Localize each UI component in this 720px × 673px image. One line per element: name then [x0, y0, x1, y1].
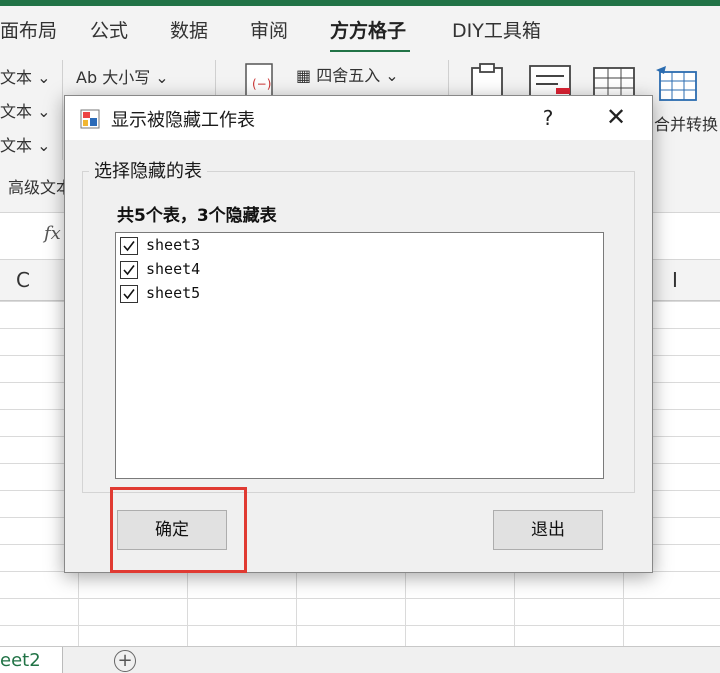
merge-convert-button[interactable]: 合并转换 — [652, 114, 720, 136]
tab-data[interactable]: 数据 — [170, 16, 208, 43]
checkbox-checked-icon[interactable] — [120, 261, 138, 279]
ribbon-separator — [62, 60, 63, 160]
sheet-tab-bar: eet2 + — [0, 646, 720, 673]
sheet-tab[interactable]: eet2 — [0, 647, 63, 673]
tab-formulas[interactable]: 公式 — [90, 16, 128, 43]
tab-page-layout[interactable]: 面布局 — [0, 16, 57, 43]
exit-button[interactable]: 退出 — [493, 510, 603, 550]
dialog-app-icon — [80, 109, 100, 129]
highlight-box — [110, 487, 247, 573]
ribbon-text-item-1[interactable]: 文本 ⌄ — [0, 64, 51, 88]
sheet-name: sheet4 — [146, 260, 201, 278]
round-button[interactable]: ▦ 四舍五入 ⌄ — [296, 62, 399, 86]
add-sheet-button[interactable]: + — [114, 650, 136, 672]
dialog-title: 显示被隐藏工作表 — [111, 110, 255, 131]
tab-fangfanggezi[interactable]: 方方格子 — [330, 16, 406, 43]
column-header-c[interactable]: C — [16, 268, 30, 292]
help-button[interactable]: ? — [531, 102, 565, 134]
case-button[interactable]: Ab 大小写 ⌄ — [76, 64, 169, 88]
svg-text:(−): (−) — [252, 77, 271, 91]
groupbox-label: 选择隐藏的表 — [89, 157, 207, 183]
tab-review[interactable]: 审阅 — [250, 16, 288, 43]
column-header-i[interactable]: I — [672, 268, 678, 292]
sheet-summary: 共5个表，3个隐藏表 — [117, 206, 277, 226]
close-button[interactable]: ✕ — [599, 102, 633, 134]
ribbon-tab-row: 面布局 公式 数据 审阅 方方格子 DIY工具箱 — [0, 6, 720, 53]
checkbox-checked-icon[interactable] — [120, 237, 138, 255]
checkbox-checked-icon[interactable] — [120, 285, 138, 303]
merge-table-icon[interactable] — [654, 64, 700, 108]
sheet-name: sheet5 — [146, 284, 201, 302]
ribbon-group-label: 高级文本 — [8, 178, 73, 197]
fx-icon[interactable]: fx — [44, 223, 61, 244]
ribbon-text-item-2[interactable]: 文本 ⌄ — [0, 98, 51, 122]
dialog-titlebar[interactable]: 显示被隐藏工作表 ? ✕ — [65, 96, 652, 140]
ribbon-text-item-3[interactable]: 文本 ⌄ — [0, 132, 51, 156]
hidden-sheets-list[interactable]: sheet3 sheet4 sheet5 — [115, 232, 604, 479]
sheet-name: sheet3 — [146, 236, 201, 254]
tab-diy-toolbox[interactable]: DIY工具箱 — [452, 16, 541, 43]
